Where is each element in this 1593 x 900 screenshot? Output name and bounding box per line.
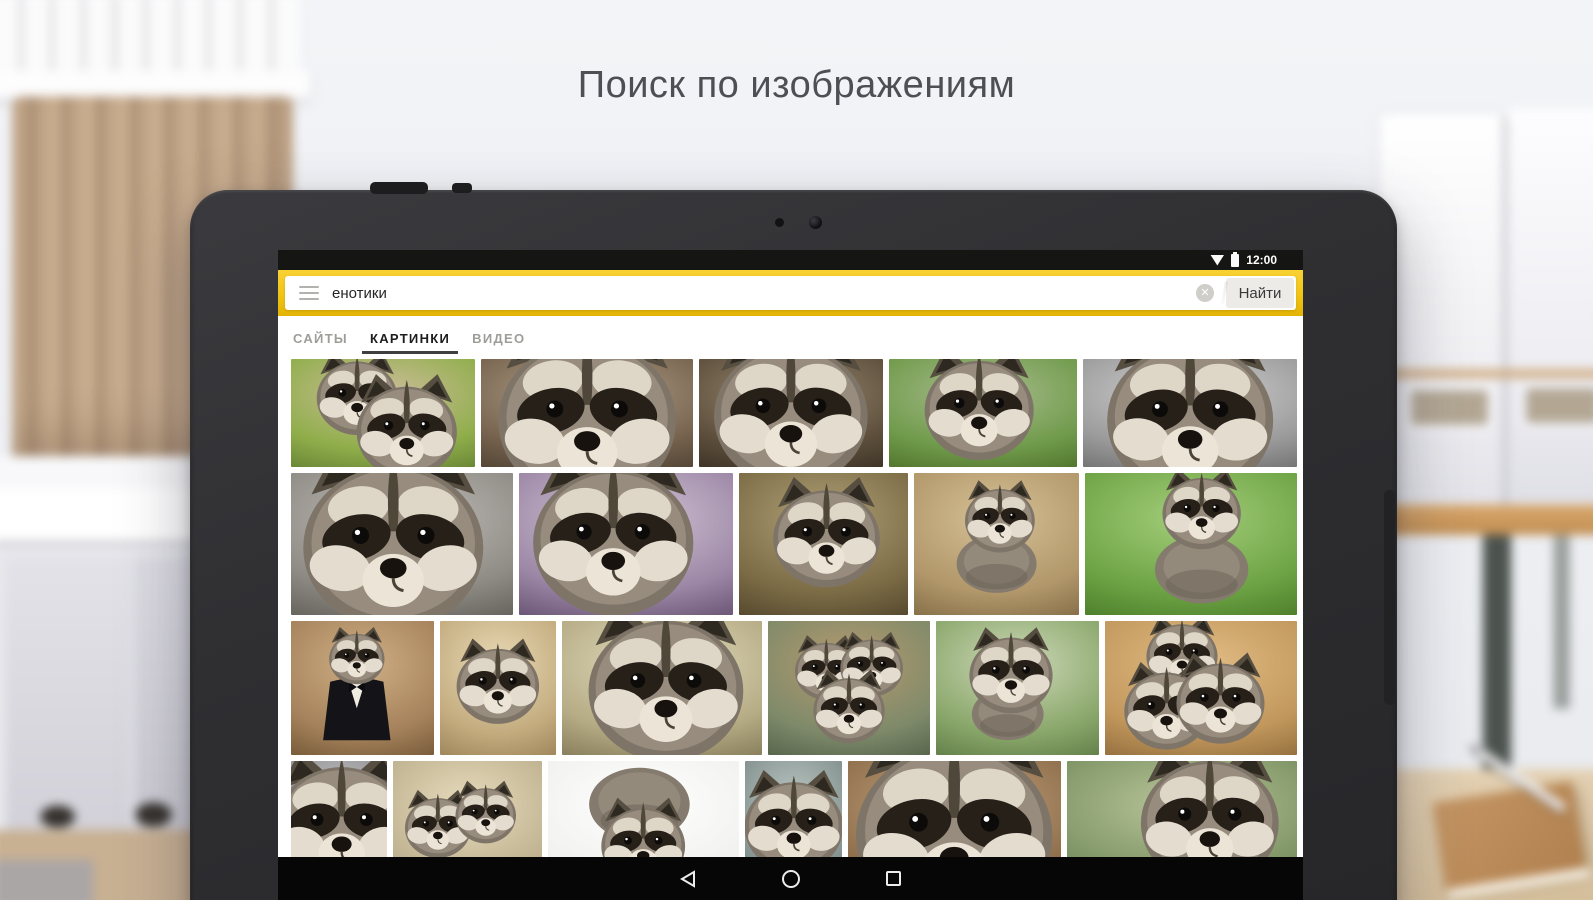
status-time: 12:00	[1246, 253, 1277, 267]
home-icon[interactable]	[781, 869, 801, 889]
result-image-raccoon-family-stack[interactable]	[768, 621, 930, 755]
tablet-device: 12:00 енотики ✕ Найти САЙТЫКАРТИНКИВИДЕО	[190, 190, 1397, 900]
tab-сайты[interactable]: САЙТЫ	[282, 319, 359, 356]
status-bar: 12:00	[278, 250, 1303, 270]
promo-heading: Поиск по изображениям	[0, 64, 1593, 107]
side-button	[1384, 490, 1395, 705]
results-row	[291, 473, 1297, 615]
table-leg	[1553, 535, 1569, 709]
result-image-two-raccoons-on-log[interactable]	[291, 359, 475, 467]
magazine-box	[1380, 115, 1503, 507]
tab-bar: САЙТЫКАРТИНКИВИДЕО	[278, 316, 1303, 359]
file-box-hole	[41, 806, 75, 828]
result-image-raccoon-praying-grayscale[interactable]	[1083, 359, 1297, 467]
back-icon[interactable]	[678, 869, 698, 889]
result-image-baby-raccoon-on-log[interactable]	[936, 621, 1099, 755]
search-input[interactable]: енотики	[332, 285, 1196, 302]
front-camera	[809, 216, 822, 229]
result-image-baby-raccoon-green[interactable]	[889, 359, 1077, 467]
clear-icon[interactable]: ✕	[1196, 284, 1214, 302]
battery-icon	[1231, 254, 1239, 267]
menu-icon[interactable]	[299, 286, 319, 300]
result-image-raccoon-babies-pile[interactable]	[1105, 621, 1297, 755]
tablet-screen: 12:00 енотики ✕ Найти САЙТЫКАРТИНКИВИДЕО	[278, 250, 1303, 900]
results-row	[291, 621, 1297, 755]
light-sensor	[775, 218, 784, 227]
tab-картинки[interactable]: КАРТИНКИ	[359, 319, 461, 356]
tab-видео[interactable]: ВИДЕО	[461, 319, 536, 356]
search-bar: енотики ✕ Найти	[285, 276, 1296, 310]
shelf-edge	[1378, 369, 1593, 378]
results-row	[291, 359, 1297, 467]
box-handle-slot	[1404, 383, 1495, 431]
recents-icon[interactable]	[884, 869, 904, 889]
result-image-raccoon-in-grass[interactable]	[1085, 473, 1297, 615]
page: Поиск по изображениям 12:00 енотики ✕ На…	[0, 0, 1593, 900]
table-surface	[1364, 505, 1593, 535]
desk-shadow	[0, 860, 93, 900]
result-image-raccoon-tongue-gray[interactable]	[291, 473, 513, 615]
magazine-box	[1507, 109, 1593, 505]
result-image-raccoon-purple-tint[interactable]	[519, 473, 733, 615]
search-header: енотики ✕ Найти	[278, 270, 1303, 316]
volume-button	[370, 182, 428, 194]
result-image-raccoon-in-tuxedo[interactable]	[291, 621, 434, 755]
wifi-icon	[1210, 255, 1224, 266]
result-image-raccoon-tongue-closeup[interactable]	[481, 359, 693, 467]
result-image-raccoon-sepia-drawing[interactable]	[440, 621, 556, 755]
result-image-raccoon-brown-shadow[interactable]	[739, 473, 907, 615]
android-nav-bar	[278, 857, 1303, 900]
box-handle-slot	[1519, 381, 1593, 429]
result-image-raccoon-face-with-paws[interactable]	[699, 359, 883, 467]
file-box-hole	[135, 802, 171, 826]
search-button[interactable]: Найти	[1226, 278, 1294, 308]
image-results-grid	[278, 359, 1303, 900]
power-button	[452, 183, 472, 193]
result-image-raccoon-on-rock[interactable]	[914, 473, 1079, 615]
result-image-baby-raccoon-crawling[interactable]	[562, 621, 762, 755]
table-leg	[1483, 535, 1511, 779]
